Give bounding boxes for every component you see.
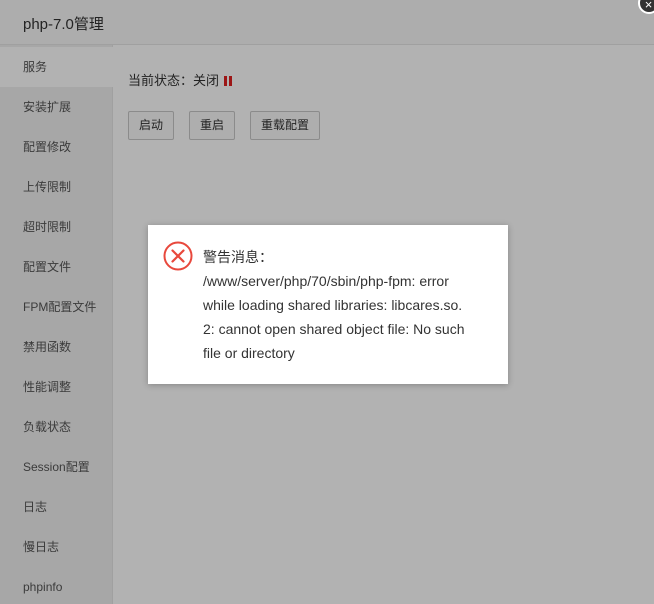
dialog-message-line: /www/server/php/70/sbin/php-fpm: error [203,273,449,289]
dialog-message-line: while loading shared libraries: libcares… [203,297,463,313]
error-circle-icon [163,241,193,271]
dialog-message: 警告消息： /www/server/php/70/sbin/php-fpm: e… [203,245,493,365]
close-icon: × [644,0,653,12]
dialog-message-line: file or directory [203,345,295,361]
warning-dialog: 警告消息： /www/server/php/70/sbin/php-fpm: e… [148,225,508,384]
dialog-message-line: 2: cannot open shared object file: No su… [203,321,465,337]
dialog-title: 警告消息： [203,249,273,265]
